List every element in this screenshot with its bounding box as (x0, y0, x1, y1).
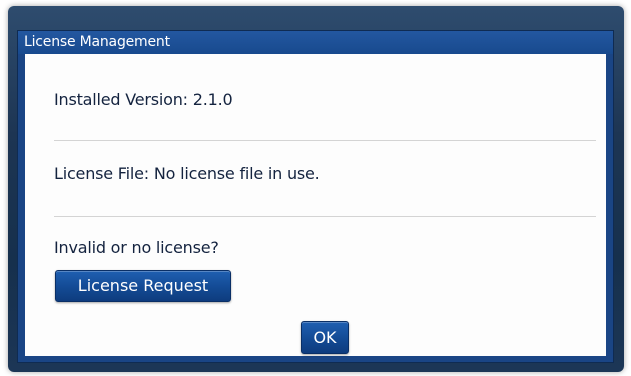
dialog-title: License Management (18, 31, 613, 54)
license-management-dialog: License Management (17, 30, 614, 363)
installed-version-text: Installed Version: 2.1.0 (54, 90, 233, 109)
divider-1 (54, 140, 596, 141)
divider-2 (54, 216, 596, 217)
license-request-button[interactable]: License Request (55, 270, 231, 302)
invalid-license-prompt: Invalid or no license? (54, 238, 219, 257)
ok-button[interactable]: OK (301, 321, 349, 354)
screen: License Management Installed Version: 2.… (0, 0, 631, 376)
license-file-text: License File: No license file in use. (54, 164, 320, 183)
